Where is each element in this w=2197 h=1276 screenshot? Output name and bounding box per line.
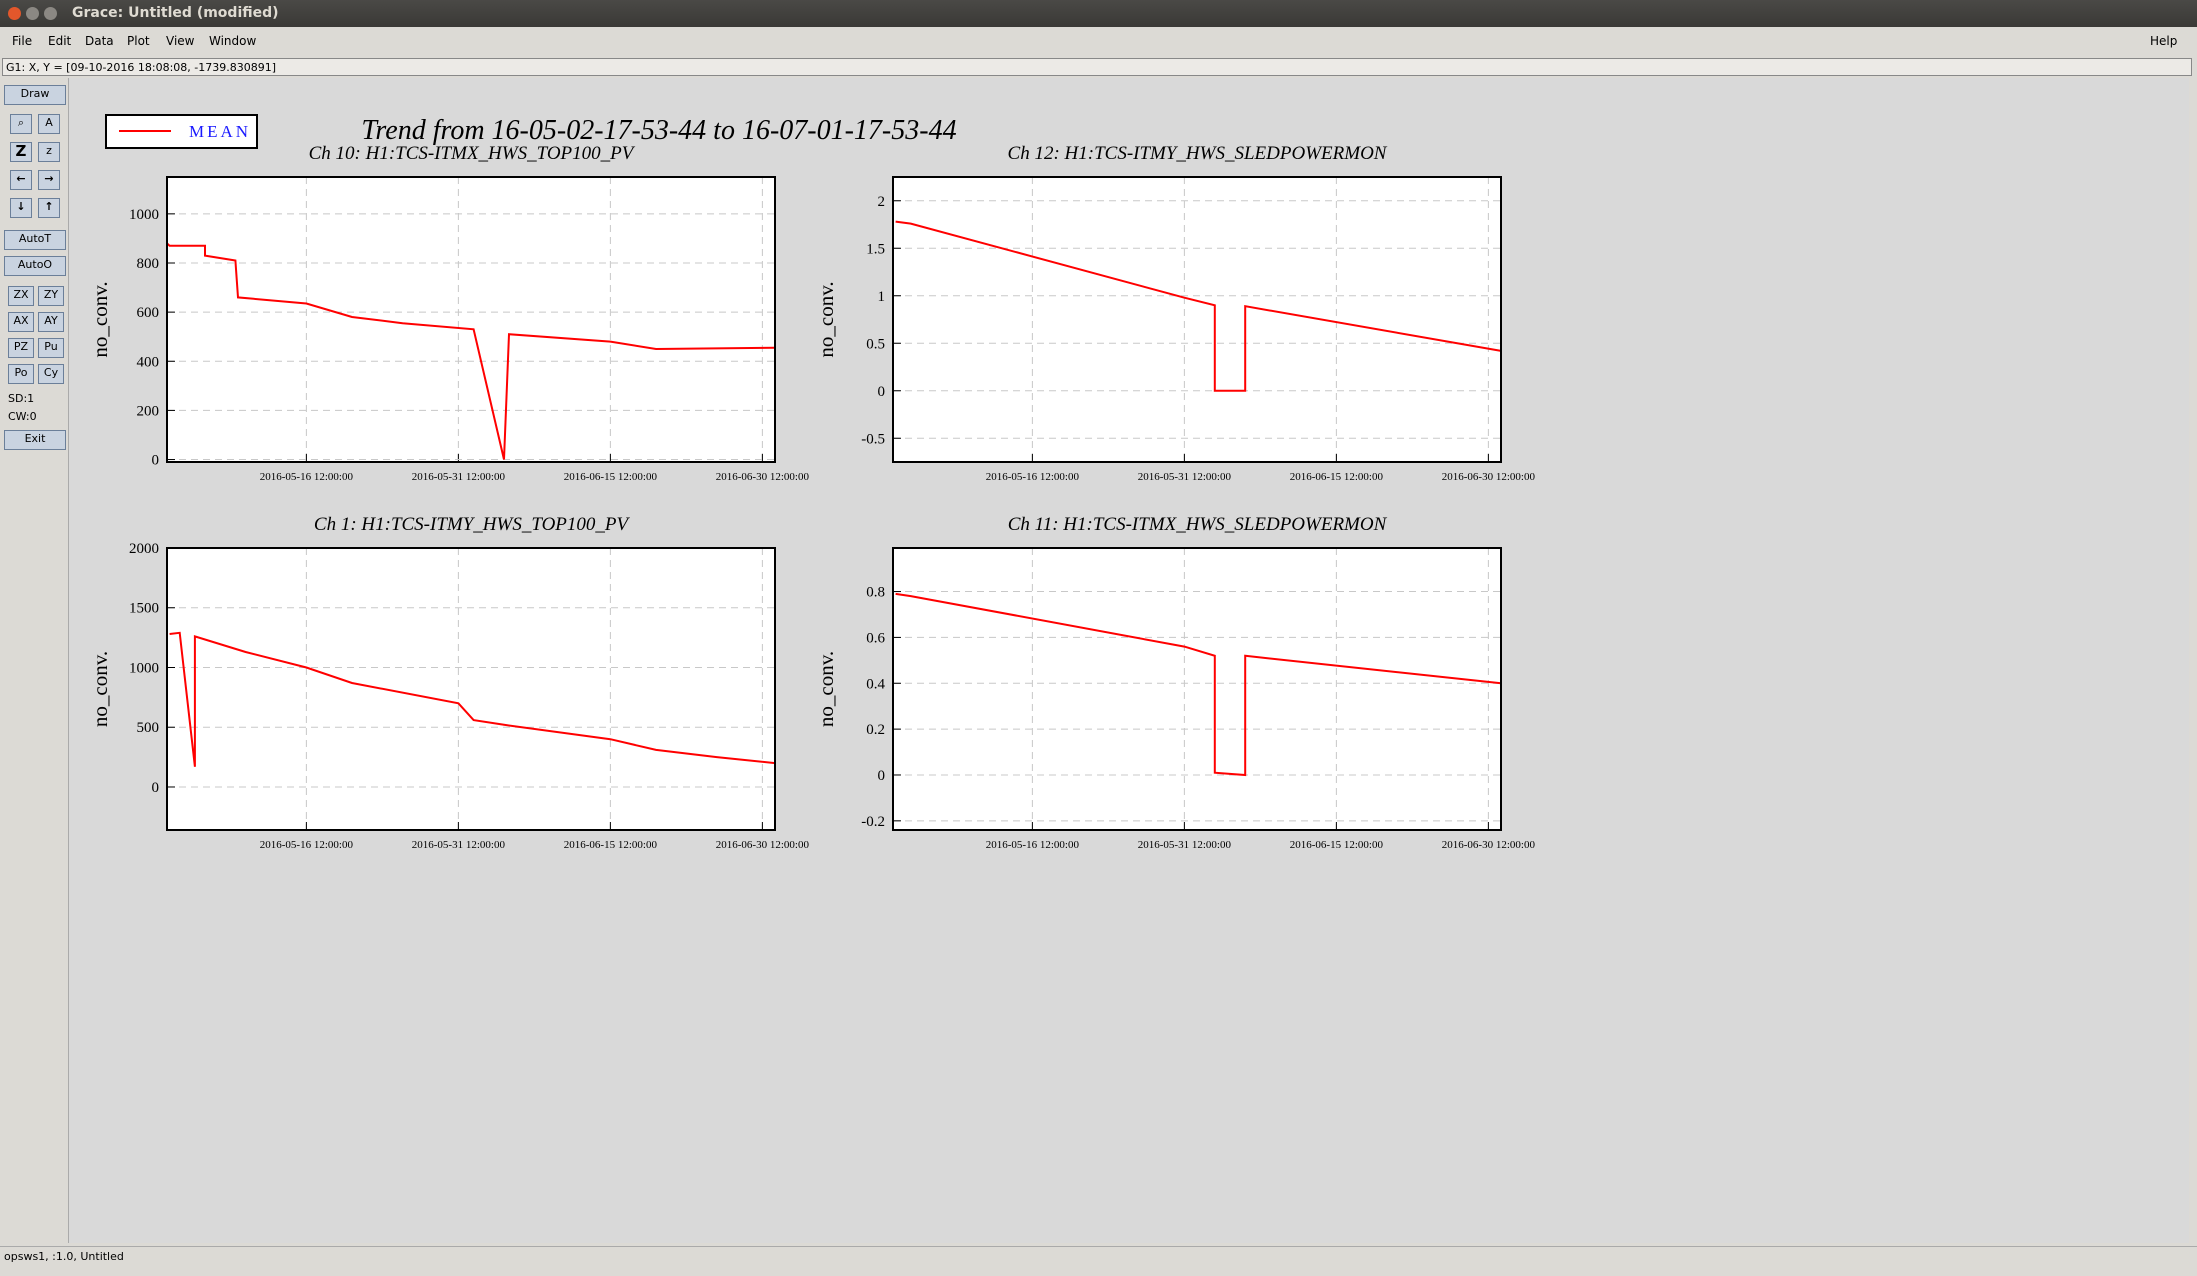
close-window-icon[interactable]	[8, 7, 21, 20]
x-tick-label: 2016-05-31 12:00:00	[1138, 471, 1232, 483]
y-tick-label: 0	[152, 453, 160, 469]
locator-readout: G1: X, Y = [09-10-2016 18:08:08, -1739.8…	[2, 58, 2192, 76]
pz-button[interactable]: PZ	[8, 338, 34, 358]
autoscale-text-icon[interactable]: A	[38, 114, 60, 134]
zx-button[interactable]: ZX	[8, 286, 34, 306]
x-tick-label: 2016-06-30 12:00:00	[1442, 839, 1536, 851]
y-tick-label: 0.8	[866, 585, 885, 601]
y-tick-label: 0	[878, 768, 886, 784]
y-tick-label: 0.5	[866, 336, 885, 352]
plot-svg: MEAN Trend from 16-05-02-17-53-44 to 16-0…	[88, 114, 1535, 851]
chart-panel-2: 2016-05-16 12:00:00 2016-05-31 12:00:00 20…	[814, 143, 1535, 483]
autoo-button[interactable]: AutoO	[4, 256, 66, 276]
y-tick-label: 2	[878, 194, 886, 210]
y-tick-label: 1.5	[866, 241, 885, 257]
zoom-out-icon[interactable]: z	[38, 142, 60, 162]
legend: MEAN	[105, 114, 258, 149]
x-tick-label: 2016-05-16 12:00:00	[260, 839, 354, 851]
y-tick-label: 0	[152, 780, 160, 796]
zoom-icon[interactable]: ⌕	[10, 114, 32, 134]
y-tick-label: 800	[137, 256, 160, 272]
chart-title: Ch 12: H1:TCS-ITMY_HWS_SLEDPOWERMON	[1008, 143, 1388, 164]
y-tick-label: 1000	[129, 207, 159, 223]
zy-button[interactable]: ZY	[38, 286, 64, 306]
y-tick-label: -0.2	[861, 814, 885, 830]
scroll-up-icon[interactable]: ↑	[38, 198, 60, 218]
maximize-window-icon[interactable]	[44, 7, 57, 20]
tool-palette: Draw ⌕ A Z z ← → ↓ ↑ AutoT AutoO ZX ZY A…	[2, 80, 68, 1240]
chart-title: Ch 10: H1:TCS-ITMX_HWS_TOP100_PV	[309, 143, 636, 164]
x-tick-label: 2016-05-16 12:00:00	[986, 839, 1080, 851]
y-axis-label: no_conv.	[88, 281, 112, 357]
plot-area	[167, 548, 775, 830]
y-tick-label: 500	[137, 720, 160, 736]
y-tick-label: 1000	[129, 660, 159, 676]
autot-button[interactable]: AutoT	[4, 230, 66, 250]
legend-label: MEAN	[189, 122, 251, 141]
y-tick-label: 0.2	[866, 722, 885, 738]
menu-data[interactable]: Data	[85, 34, 114, 48]
scroll-right-icon[interactable]: →	[38, 170, 60, 190]
x-tick-label: 2016-06-30 12:00:00	[716, 471, 810, 483]
cy-button[interactable]: Cy	[38, 364, 64, 384]
x-tick-label: 2016-06-15 12:00:00	[564, 471, 658, 483]
plot-area	[893, 177, 1501, 462]
chart-title: Ch 1: H1:TCS-ITMY_HWS_TOP100_PV	[314, 514, 631, 535]
status-bar: opsws1, :1.0, Untitled	[0, 1246, 2197, 1267]
chart-title: Ch 11: H1:TCS-ITMX_HWS_SLEDPOWERMON	[1008, 514, 1388, 535]
y-tick-label: 0	[878, 384, 886, 400]
cw-readout: CW:0	[8, 410, 37, 423]
x-tick-label: 2016-06-30 12:00:00	[1442, 471, 1536, 483]
chart-panel-3: 2016-05-16 12:00:00 2016-05-31 12:00:00 20…	[88, 514, 809, 851]
menu-window[interactable]: Window	[209, 34, 256, 48]
window-title: Grace: Untitled (modified)	[72, 5, 279, 21]
y-tick-label: 600	[137, 305, 160, 321]
main-title: Trend from 16-05-02-17-53-44 to 16-07-01…	[361, 115, 956, 146]
y-tick-label: 0.6	[866, 630, 885, 646]
ax-button[interactable]: AX	[8, 312, 34, 332]
x-tick-label: 2016-05-31 12:00:00	[1138, 839, 1232, 851]
x-tick-label: 2016-05-31 12:00:00	[412, 839, 506, 851]
menu-help[interactable]: Help	[2150, 34, 2177, 48]
y-axis-label: no_conv.	[88, 651, 112, 727]
exit-button[interactable]: Exit	[4, 430, 66, 450]
x-tick-label: 2016-06-15 12:00:00	[564, 839, 658, 851]
sd-readout: SD:1	[8, 392, 35, 405]
menu-plot[interactable]: Plot	[127, 34, 150, 48]
ay-button[interactable]: AY	[38, 312, 64, 332]
chart-panel-1: 2016-05-16 12:00:00 2016-05-31 12:00:00 20…	[88, 143, 809, 483]
x-tick-label: 2016-05-31 12:00:00	[412, 471, 506, 483]
y-tick-label: 200	[137, 403, 160, 419]
menu-edit[interactable]: Edit	[48, 34, 71, 48]
y-axis-label: no_conv.	[814, 651, 838, 727]
x-tick-label: 2016-06-30 12:00:00	[716, 839, 810, 851]
plot-area	[167, 177, 775, 462]
menu-bar: File Edit Data Plot View Window Help	[0, 28, 2197, 54]
window-titlebar: Grace: Untitled (modified)	[0, 0, 2197, 27]
pu-button[interactable]: Pu	[38, 338, 64, 358]
draw-button[interactable]: Draw	[4, 85, 66, 105]
x-tick-label: 2016-06-15 12:00:00	[1290, 839, 1384, 851]
y-tick-label: 0.4	[866, 676, 885, 692]
po-button[interactable]: Po	[8, 364, 34, 384]
y-tick-label: 1500	[129, 601, 159, 617]
plot-canvas[interactable]: MEAN Trend from 16-05-02-17-53-44 to 16-0…	[68, 78, 2189, 1243]
y-tick-label: 400	[137, 354, 160, 370]
x-tick-label: 2016-05-16 12:00:00	[260, 471, 354, 483]
x-tick-label: 2016-06-15 12:00:00	[1290, 471, 1384, 483]
minimize-window-icon[interactable]	[26, 7, 39, 20]
y-axis-label: no_conv.	[814, 281, 838, 357]
y-tick-label: 1	[878, 289, 886, 305]
y-tick-label: 2000	[129, 541, 159, 557]
scroll-down-icon[interactable]: ↓	[10, 198, 32, 218]
plot-area	[893, 548, 1501, 830]
zoom-in-icon[interactable]: Z	[10, 142, 32, 162]
menu-file[interactable]: File	[12, 34, 32, 48]
x-tick-label: 2016-05-16 12:00:00	[986, 471, 1080, 483]
menu-view[interactable]: View	[166, 34, 194, 48]
scroll-left-icon[interactable]: ←	[10, 170, 32, 190]
y-tick-label: -0.5	[861, 431, 885, 447]
chart-panel-4: 2016-05-16 12:00:00 2016-05-31 12:00:00 20…	[814, 514, 1535, 851]
